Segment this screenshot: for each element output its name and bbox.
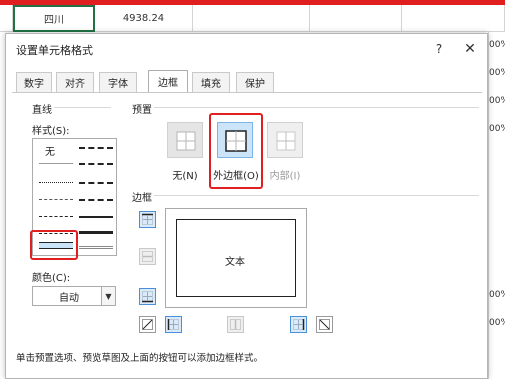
percent-cell: 00% bbox=[489, 318, 505, 328]
empty-cell[interactable] bbox=[193, 5, 310, 32]
chevron-down-icon[interactable]: ▼ bbox=[101, 287, 115, 305]
border-bottom-button[interactable] bbox=[139, 288, 156, 305]
format-cells-dialog: 设置单元格格式 ? ✕ 数字 对齐 字体 边框 填充 保护 直线 样式(S): … bbox=[5, 33, 488, 379]
line-style-slant-dash-dot[interactable] bbox=[79, 163, 113, 165]
line-style-dotted[interactable] bbox=[39, 182, 73, 183]
diagonal-up-icon bbox=[142, 319, 153, 330]
value-cell[interactable]: 4938.24 bbox=[95, 5, 193, 32]
line-style-dash-dot-dot[interactable] bbox=[39, 199, 73, 200]
style-label: 样式(S): bbox=[32, 126, 70, 137]
border-inside-vertical-icon bbox=[230, 319, 241, 330]
border-right-icon bbox=[293, 319, 305, 330]
tab-divider bbox=[12, 92, 482, 93]
color-value: 自动 bbox=[59, 292, 79, 304]
value-text: 4938.24 bbox=[122, 12, 165, 24]
line-style-thick[interactable] bbox=[79, 231, 113, 234]
border-group-rule bbox=[154, 195, 479, 196]
tab-number[interactable]: 数字 bbox=[16, 72, 52, 92]
line-style-hairline[interactable] bbox=[39, 163, 73, 164]
preset-group-label: 预置 bbox=[132, 105, 152, 116]
preset-none-icon bbox=[176, 131, 196, 151]
line-style-medium-dash-dot[interactable] bbox=[79, 182, 113, 184]
preset-inside-button[interactable] bbox=[267, 122, 303, 158]
province-cell[interactable]: 四川 bbox=[13, 5, 95, 32]
percent-cell: 00% bbox=[489, 290, 505, 300]
border-group-label: 边框 bbox=[132, 193, 152, 204]
tab-alignment[interactable]: 对齐 bbox=[56, 72, 94, 92]
empty-cell[interactable] bbox=[402, 5, 505, 32]
help-button[interactable]: ? bbox=[429, 40, 449, 58]
percent-cell: 00% bbox=[489, 96, 505, 106]
tab-protection[interactable]: 保护 bbox=[236, 72, 274, 92]
preset-group-rule bbox=[154, 107, 479, 108]
border-inside-horizontal-button[interactable] bbox=[139, 248, 156, 265]
outline-preset-highlight bbox=[209, 113, 263, 189]
border-top-button[interactable] bbox=[139, 211, 156, 228]
border-top-icon bbox=[142, 213, 153, 225]
border-diagonal-up-button[interactable] bbox=[139, 316, 156, 333]
province-text: 四川 bbox=[44, 15, 64, 26]
style-none[interactable]: 无 bbox=[45, 143, 55, 158]
color-select[interactable]: 自动 ▼ bbox=[32, 286, 116, 306]
row-header-cell bbox=[0, 5, 13, 32]
hint-text: 单击预置选项、预览草图及上面的按钮可以添加边框样式。 bbox=[16, 353, 264, 364]
preset-inside-icon bbox=[276, 131, 296, 151]
line-group-rule bbox=[54, 107, 111, 108]
diagonal-down-icon bbox=[319, 319, 330, 330]
percent-cell: 00% bbox=[489, 68, 505, 78]
line-group-label: 直线 bbox=[32, 105, 52, 116]
preset-none-label: 无(N) bbox=[172, 171, 198, 182]
percent-cell: 00% bbox=[489, 40, 505, 50]
tab-font[interactable]: 字体 bbox=[99, 72, 137, 92]
percent-cell: 00% bbox=[489, 124, 505, 134]
border-right-button[interactable] bbox=[290, 316, 307, 333]
tab-border[interactable]: 边框 bbox=[148, 70, 188, 92]
selected-style-highlight bbox=[30, 230, 78, 260]
border-diagonal-down-button[interactable] bbox=[316, 316, 333, 333]
line-style-double[interactable] bbox=[79, 246, 113, 249]
color-label: 颜色(C): bbox=[32, 273, 71, 284]
dialog-title: 设置单元格格式 bbox=[16, 44, 93, 57]
line-style-medium-dashed[interactable] bbox=[79, 199, 113, 201]
preset-none-button[interactable] bbox=[167, 122, 203, 158]
line-style-medium-dash-dot-dot[interactable] bbox=[79, 147, 113, 149]
border-inside-vertical-button[interactable] bbox=[227, 316, 244, 333]
preset-inside-label: 内部(I) bbox=[269, 171, 301, 182]
line-style-medium[interactable] bbox=[79, 216, 113, 218]
line-style-dash-dot[interactable] bbox=[39, 216, 73, 217]
border-preview[interactable]: 文本 bbox=[165, 208, 307, 308]
empty-cell[interactable] bbox=[310, 5, 402, 32]
close-button[interactable]: ✕ bbox=[459, 40, 481, 58]
preview-text: 文本 bbox=[225, 257, 245, 268]
border-left-icon bbox=[167, 319, 179, 330]
border-inside-horizontal-icon bbox=[142, 251, 153, 262]
tab-fill[interactable]: 填充 bbox=[192, 72, 230, 92]
border-bottom-icon bbox=[142, 291, 153, 303]
border-left-button[interactable] bbox=[165, 316, 182, 333]
